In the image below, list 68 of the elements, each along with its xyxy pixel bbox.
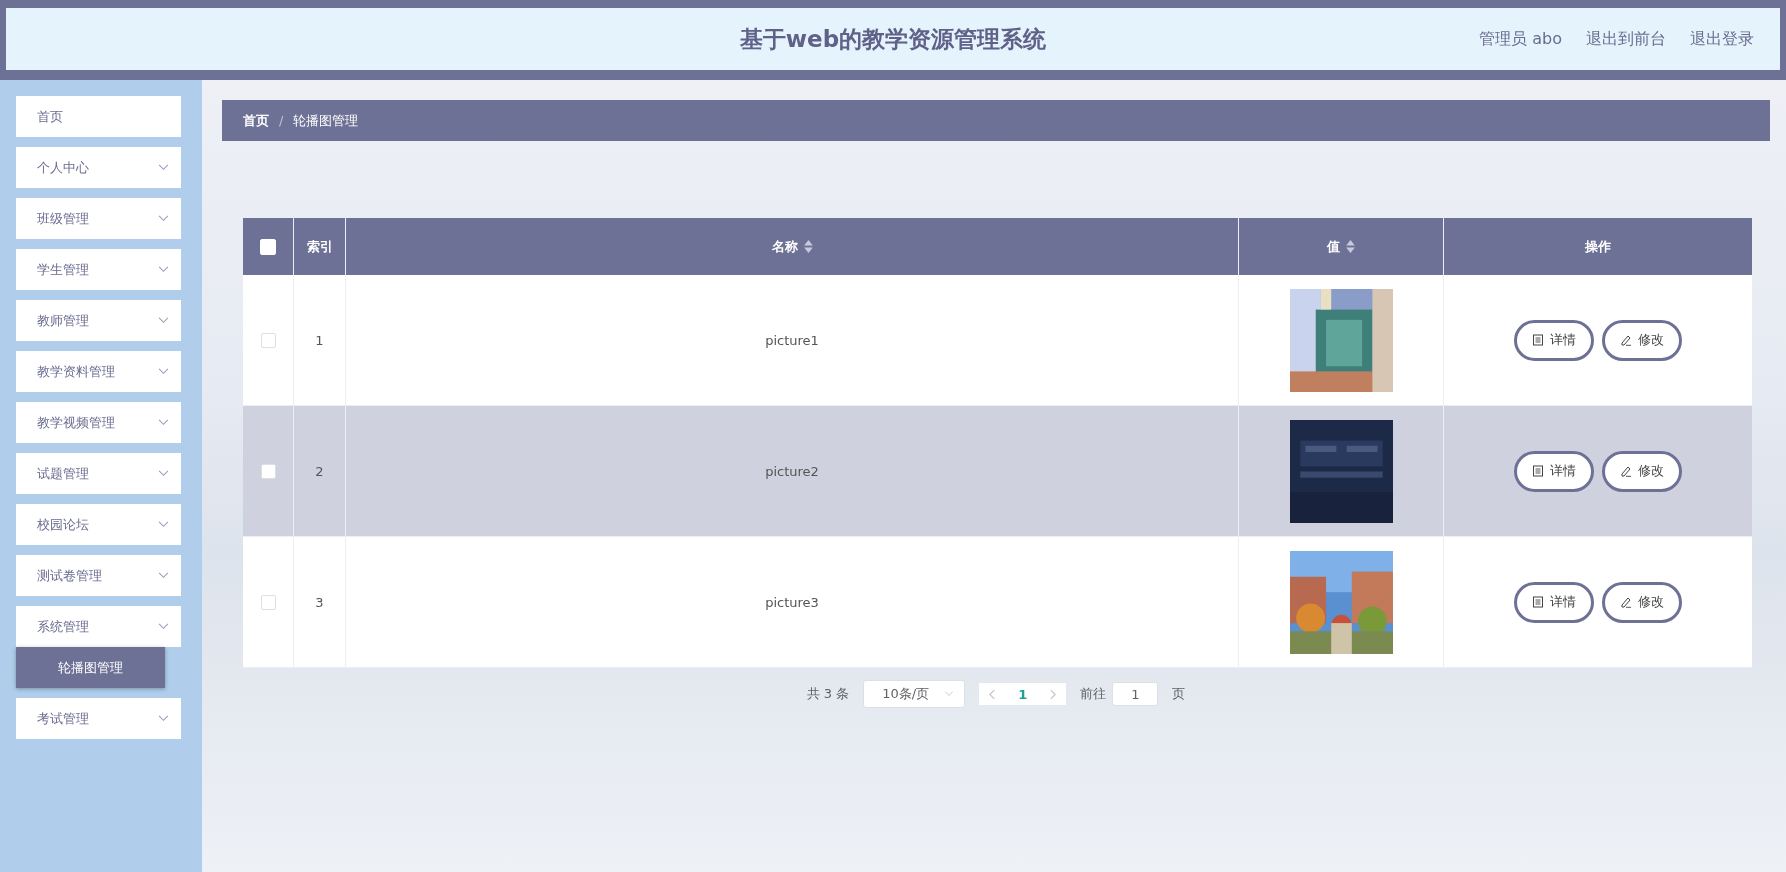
sidebar-item[interactable]: 系统管理 xyxy=(16,606,181,647)
table-cell: 1 xyxy=(315,332,324,348)
document-icon xyxy=(1532,596,1544,608)
page-unit-label: 页 xyxy=(1172,685,1186,703)
column-header: 索引 xyxy=(306,237,333,256)
page-number[interactable]: 1 xyxy=(1018,686,1028,702)
details-button[interactable]: 详情 xyxy=(1514,581,1594,623)
page-size-select[interactable]: 10条/页 xyxy=(863,680,966,708)
pencil-icon xyxy=(1620,334,1632,346)
table-cell: picture3 xyxy=(765,594,819,610)
pencil-icon xyxy=(1620,465,1632,477)
sidebar-item[interactable]: 教学视频管理 xyxy=(16,402,181,443)
column-header: 名称 xyxy=(771,237,798,256)
goto-label: 前往 xyxy=(1080,685,1107,703)
details-button[interactable]: 详情 xyxy=(1514,319,1594,361)
next-page-icon[interactable] xyxy=(1049,688,1057,700)
sidebar-item[interactable]: 首页 xyxy=(16,96,181,137)
sidebar-item[interactable]: 考试管理 xyxy=(16,698,181,739)
edit-button[interactable]: 修改 xyxy=(1602,581,1682,623)
chevron-icon xyxy=(944,691,955,697)
row-checkbox[interactable] xyxy=(260,463,276,479)
row-checkbox[interactable] xyxy=(260,332,276,348)
chevron-icon xyxy=(158,623,169,630)
sort-icon[interactable] xyxy=(1346,240,1355,253)
chevron-icon xyxy=(158,317,169,324)
header-link[interactable]: 退出登录 xyxy=(1690,28,1754,50)
sidebar-item[interactable]: 测试卷管理 xyxy=(16,555,181,596)
total-count: 共 3 条 xyxy=(806,685,850,703)
chevron-icon xyxy=(158,164,169,171)
details-button[interactable]: 详情 xyxy=(1514,450,1594,492)
header-link[interactable]: 退出到前台 xyxy=(1586,28,1666,50)
breadcrumb-item[interactable]: 首页 xyxy=(243,111,269,130)
previous-page-icon[interactable] xyxy=(989,688,997,700)
document-icon xyxy=(1532,334,1544,346)
edit-button[interactable]: 修改 xyxy=(1602,450,1682,492)
table-cell: picture1 xyxy=(765,332,819,348)
select-all-checkbox[interactable] xyxy=(260,238,276,255)
table-cell: picture2 xyxy=(765,463,819,479)
chevron-icon xyxy=(158,521,169,528)
column-header: 值 xyxy=(1327,237,1340,256)
page-input[interactable]: 1 xyxy=(1112,682,1159,706)
sidebar-item[interactable]: 学生管理 xyxy=(16,249,181,290)
edit-button[interactable]: 修改 xyxy=(1602,319,1682,361)
chevron-icon xyxy=(158,470,169,477)
breadcrumb-separator: / xyxy=(279,113,284,128)
chevron-icon xyxy=(158,368,169,375)
sidebar-item[interactable]: 试题管理 xyxy=(16,453,181,494)
sidebar-item[interactable]: 教师管理 xyxy=(16,300,181,341)
sidebar-item[interactable]: 校园论坛 xyxy=(16,504,181,545)
breadcrumb-item: 轮播图管理 xyxy=(293,111,359,130)
chevron-icon xyxy=(158,266,169,273)
sidebar-item[interactable]: 教学资料管理 xyxy=(16,351,181,392)
table-cell: 2 xyxy=(315,463,324,479)
document-icon xyxy=(1532,465,1544,477)
sidebar-item[interactable]: 班级管理 xyxy=(16,198,181,239)
pencil-icon xyxy=(1620,596,1632,608)
column-header: 操作 xyxy=(1585,237,1611,256)
chevron-icon xyxy=(158,419,169,426)
sort-icon[interactable] xyxy=(803,240,813,253)
chevron-icon xyxy=(158,715,169,722)
row-checkbox[interactable] xyxy=(260,594,276,610)
chevron-icon xyxy=(158,572,169,579)
chevron-icon xyxy=(158,215,169,222)
table-cell: 3 xyxy=(315,594,324,610)
admin-user-label: 管理员 abo xyxy=(1479,28,1562,50)
sidebar-subitem[interactable]: 轮播图管理 xyxy=(16,647,165,688)
app-title: 基于web的教学资源管理系统 xyxy=(739,24,1047,54)
sidebar-item[interactable]: 个人中心 xyxy=(16,147,181,188)
